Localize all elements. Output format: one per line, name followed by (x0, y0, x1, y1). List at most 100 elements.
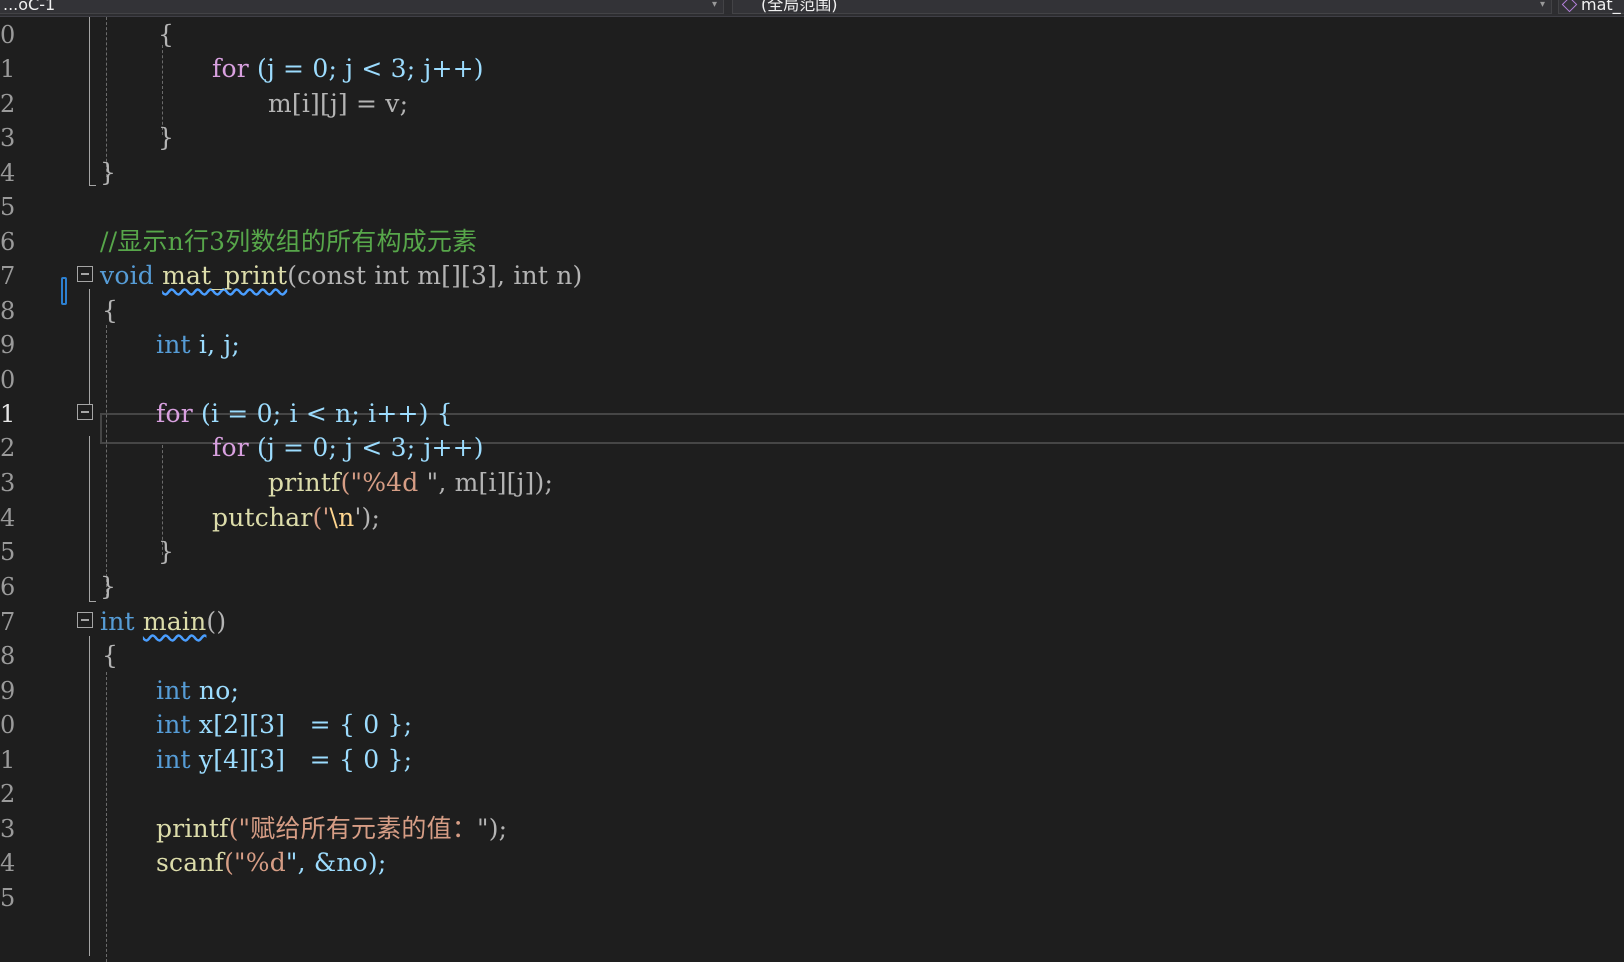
string-literal: 赋给所有元素的值： (250, 814, 478, 843)
code-line: 5 } (0, 534, 1624, 570)
line-number: 3 (0, 124, 16, 152)
code-text: for (j = 0; j < 3; j++) (212, 430, 484, 466)
code-text: x[2][3] = { 0 }; (190, 710, 413, 739)
code-text: printf("%4d ", m[i][j]); (268, 465, 553, 501)
code-line: 9 int i, j; (0, 327, 1624, 363)
code-text: int main() (100, 604, 226, 640)
code-text: putchar('\n'); (212, 500, 380, 536)
keyword: int (100, 607, 135, 636)
code-line: 2 m[i][j] = v; (0, 86, 1624, 122)
line-number: 1 (0, 55, 16, 83)
code-line-current: 1 for (i = 0; i < n; i++) { (0, 396, 1624, 432)
line-number: 8 (0, 297, 16, 325)
code-text: (" (224, 848, 246, 877)
line-number: 4 (0, 159, 16, 187)
code-line: 1 for (j = 0; j < 3; j++) (0, 51, 1624, 87)
code-text: (' (312, 503, 330, 532)
code-text: (const int m[][3], int n) (287, 261, 583, 290)
code-text: "); (477, 814, 508, 843)
keyword: int (156, 676, 191, 705)
code-line: 5 (0, 189, 1624, 225)
code-line: 2 for (j = 0; j < 3; j++) (0, 430, 1624, 466)
code-line: 3 printf("%4d ", m[i][j]); (0, 465, 1624, 501)
code-text: (i = 0; i < n; i++) { (192, 399, 453, 428)
code-text: printf("赋给所有元素的值："); (156, 811, 507, 847)
code-text: (" (228, 814, 251, 843)
scope-dropdown-value: (全局范围) (761, 0, 838, 14)
code-line: 6 //显示n行3列数组的所有构成元素 (0, 224, 1624, 260)
line-number: 2 (0, 780, 16, 808)
code-text: () (206, 607, 227, 636)
code-line: 4 putchar('\n'); (0, 500, 1624, 536)
code-line: 4 scanf("%d", &no); (0, 845, 1624, 881)
line-number: 9 (0, 331, 16, 359)
code-text: { (158, 20, 175, 49)
code-line: 0 { (0, 17, 1624, 53)
code-text: (j = 0; j < 3; j++) (248, 433, 484, 462)
code-text: for (i = 0; i < n; i++) { (156, 396, 453, 432)
code-text: '); (354, 503, 381, 532)
navigation-bar: ...oC-1 ▾ (全局范围) ▾ mat_ (0, 0, 1624, 17)
line-number: 3 (0, 815, 16, 843)
code-text: int no; (156, 673, 239, 709)
code-line: 4 } (0, 155, 1624, 191)
code-text: int y[4][3] = { 0 }; (156, 742, 412, 778)
code-text: ", m[i][j]); (426, 468, 554, 497)
line-number: 2 (0, 434, 16, 462)
code-line: 9 int no; (0, 673, 1624, 709)
code-line: 5 (0, 880, 1624, 916)
code-text: } (158, 537, 175, 566)
code-text: void mat_print(const int m[][3], int n) (100, 258, 583, 294)
member-dropdown-value: mat_ (1581, 0, 1621, 14)
code-line: 7 int main() (0, 604, 1624, 640)
code-line: 8 { (0, 293, 1624, 329)
member-dropdown[interactable]: mat_ (1558, 0, 1624, 14)
code-line: 3 } (0, 120, 1624, 156)
keyword: for (212, 54, 249, 83)
project-dropdown[interactable]: ...oC-1 ▾ (0, 0, 724, 14)
line-number: 0 (0, 711, 16, 739)
code-text: { (102, 641, 119, 670)
function-call: printf (156, 814, 229, 843)
keyword: void (100, 261, 154, 290)
line-number: 6 (0, 573, 16, 601)
code-editor[interactable]: 0 { 1 for (j = 0; j < 3; j++) 2 m[i][j] … (0, 17, 1624, 962)
code-text: scanf("%d", &no); (156, 845, 387, 881)
keyword: int (156, 745, 191, 774)
escape-sequence: \n (329, 503, 355, 532)
code-text: } (100, 572, 117, 601)
code-line: 0 int x[2][3] = { 0 }; (0, 707, 1624, 743)
code-text: m[i][j] = v; (268, 89, 409, 118)
chevron-down-icon: ▾ (711, 0, 717, 10)
line-number: 0 (0, 366, 16, 394)
code-text: (j = 0; j < 3; j++) (248, 54, 484, 83)
line-number: 4 (0, 504, 16, 532)
code-line: 6 } (0, 569, 1624, 605)
code-text: int x[2][3] = { 0 }; (156, 707, 412, 743)
line-number: 7 (0, 608, 16, 636)
code-text: (" (340, 468, 363, 497)
function-call: scanf (156, 848, 225, 877)
code-line: 0 (0, 362, 1624, 398)
code-text: } (158, 123, 175, 152)
string-literal: %4d (362, 468, 427, 497)
line-number: 9 (0, 677, 16, 705)
scope-dropdown[interactable]: (全局范围) ▾ (732, 0, 1552, 14)
function-call: printf (268, 468, 341, 497)
line-number: 8 (0, 642, 16, 670)
keyword: for (156, 399, 193, 428)
string-literal: %d (245, 848, 286, 877)
function-cube-icon (1561, 0, 1578, 13)
function-name: mat_print (162, 261, 288, 290)
code-text: { (102, 296, 119, 325)
keyword: int (156, 330, 191, 359)
code-text: y[4][3] = { 0 }; (190, 745, 413, 774)
chevron-down-icon: ▾ (1539, 0, 1545, 10)
code-text: for (j = 0; j < 3; j++) (212, 51, 484, 87)
line-number: 1 (0, 746, 16, 774)
line-number: 5 (0, 193, 16, 221)
code-line: 7 void mat_print(const int m[][3], int n… (0, 258, 1624, 294)
line-number: 3 (0, 469, 16, 497)
code-text: no; (190, 676, 240, 705)
line-number: 4 (0, 849, 16, 877)
